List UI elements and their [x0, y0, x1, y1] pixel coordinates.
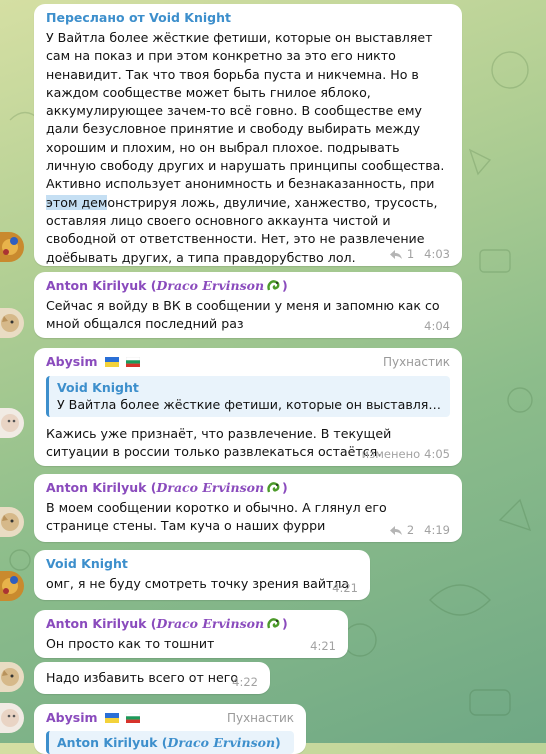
sender-name[interactable]: Anton Kirilyuk (Draco Ervinson) [46, 480, 450, 496]
message-bubble[interactable]: Anton Kirilyuk (Draco Ervinson) В моем с… [34, 474, 462, 542]
message-bubble[interactable]: Abysim Пухнастик Anton Kirilyuk (Draco E… [34, 704, 306, 754]
message-bubble[interactable]: Переслано от Void Knight У Вайтла более … [34, 4, 462, 266]
message-text: Надо избавить всего от него [46, 670, 239, 685]
sender-name[interactable]: Void Knight [46, 556, 358, 572]
message-time: 4:03 [424, 247, 450, 261]
message-text: омг, я не буду смотреть точку зрения вай… [46, 576, 350, 591]
bulgaria-flag-icon [126, 713, 141, 723]
avatar-abysim[interactable] [0, 408, 24, 438]
text-selection: этом дем [46, 194, 108, 210]
message-bubble[interactable]: Abysim Пухнастик Void Knight У Вайтла бо… [34, 348, 462, 466]
reply-count[interactable]: 1 [407, 247, 414, 261]
dragon-emoji-icon [267, 482, 280, 493]
message-bubble[interactable]: Надо избавить всего от него 4:22 [34, 662, 270, 694]
message-bubble[interactable]: Anton Kirilyuk (Draco Ervinson) Сейчас я… [34, 272, 462, 338]
dragon-emoji-icon [267, 618, 280, 629]
message-meta: изменено 4:05 [362, 447, 450, 461]
message-meta: 4:21 [310, 639, 336, 653]
message-meta: 4:22 [232, 675, 258, 689]
sender-name[interactable]: Anton Kirilyuk (Draco Ervinson) [46, 278, 450, 294]
avatar-anton-kirilyuk[interactable] [0, 507, 24, 537]
avatar-void-knight[interactable] [0, 232, 24, 262]
forwarded-from-label[interactable]: Переслано от Void Knight [46, 10, 450, 26]
message-time: 4:05 [424, 447, 450, 461]
avatar-void-knight[interactable] [0, 571, 24, 601]
reply-count[interactable]: 2 [407, 523, 414, 537]
edited-label: изменено [361, 447, 421, 461]
member-role-badge: Пухнастик [382, 355, 450, 369]
message-time: 4:04 [424, 319, 450, 333]
bulgaria-flag-icon [126, 357, 141, 367]
message-meta: 4:04 [424, 319, 450, 333]
dragon-emoji-icon [267, 280, 280, 291]
message-meta: 1 4:03 [389, 247, 450, 261]
message-time: 4:21 [310, 639, 336, 653]
message-bubble[interactable]: Anton Kirilyuk (Draco Ervinson) Он прост… [34, 610, 348, 658]
avatar-anton-kirilyuk[interactable] [0, 308, 24, 338]
sender-alt-name: Draco Ervinson [156, 616, 265, 631]
message-time: 4:21 [332, 581, 358, 595]
message-meta: 4:21 [332, 581, 358, 595]
reply-quote[interactable]: Void Knight У Вайтла более жёсткие фетиш… [46, 376, 450, 417]
sender-alt-name: Draco Ervinson [156, 480, 265, 495]
quote-author: Void Knight [57, 380, 139, 395]
message-text: Сейчас я войду в ВК в сообщении у меня и… [46, 298, 440, 332]
sender-name[interactable]: Anton Kirilyuk (Draco Ervinson) [46, 616, 336, 632]
avatar-anton-kirilyuk[interactable] [0, 662, 24, 692]
message-text: У Вайтла более жёсткие фетиши, которые о… [46, 30, 445, 265]
ukraine-flag-icon [104, 713, 119, 723]
message-time: 4:19 [424, 523, 450, 537]
reply-icon[interactable] [389, 525, 403, 536]
member-role-badge: Пухнастик [226, 711, 294, 725]
sender-alt-name: Draco Ervinson [156, 278, 265, 293]
ukraine-flag-icon [104, 357, 119, 367]
avatar-abysim[interactable] [0, 703, 24, 733]
quote-text: У Вайтла более жёсткие фетиши, которые о… [57, 397, 442, 412]
message-bubble[interactable]: Void Knight омг, я не буду смотреть точк… [34, 550, 370, 600]
message-text: Он просто как то тошнит [46, 636, 215, 651]
message-time: 4:22 [232, 675, 258, 689]
message-meta: 2 4:19 [389, 523, 450, 537]
reply-icon[interactable] [389, 249, 403, 260]
